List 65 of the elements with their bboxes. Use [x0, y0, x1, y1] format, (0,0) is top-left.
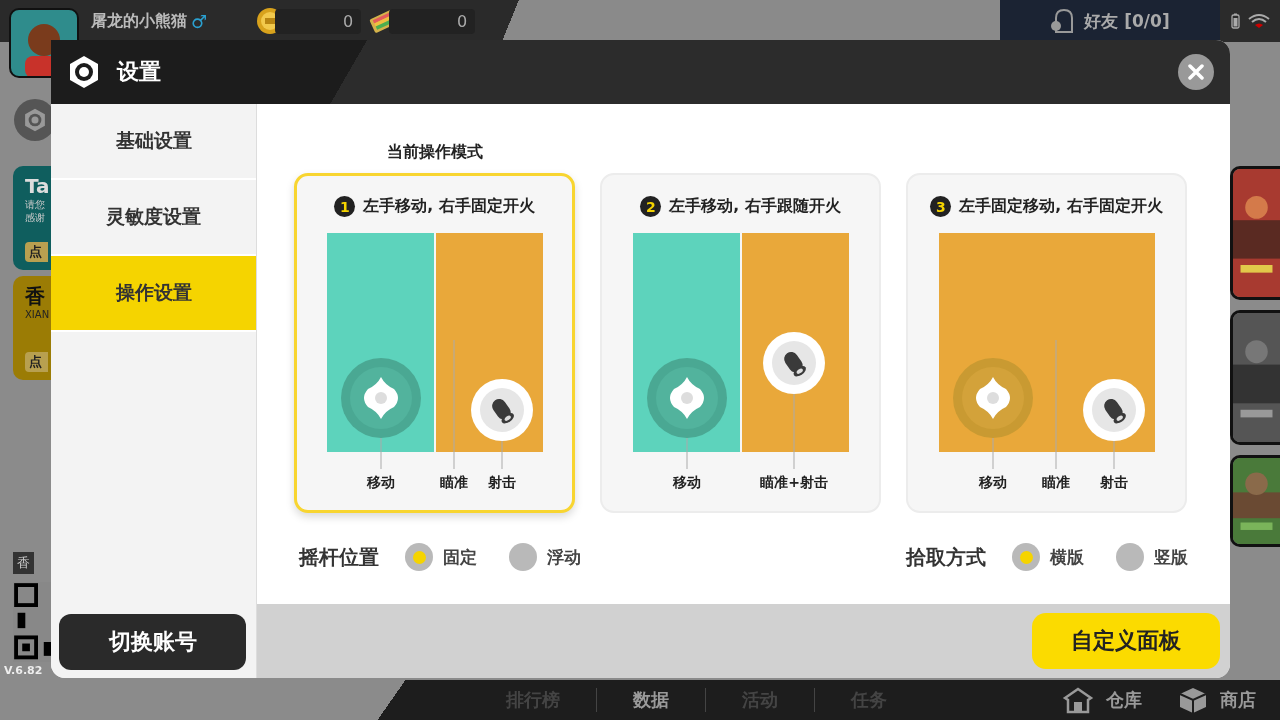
mode-number: 2: [640, 196, 662, 217]
option-label: 拾取方式: [906, 543, 986, 571]
fire-button-icon: [762, 332, 825, 394]
control-label: 射击: [487, 474, 516, 490]
currency-amount: 0: [389, 8, 476, 34]
control-label: 移动: [978, 474, 1007, 490]
control-label: 瞄准+射击: [759, 474, 828, 490]
version-text: V.6.82: [4, 664, 43, 677]
dialog-title: 设置: [117, 58, 161, 86]
promo-title: Ta: [25, 174, 51, 198]
fire-button-icon: [1082, 379, 1145, 441]
mode-title: 左手移动, 右手固定开火: [363, 196, 535, 217]
radio-option[interactable]: 固定: [405, 543, 477, 571]
wifi-icon: [1247, 13, 1270, 29]
radio-option[interactable]: 浮动: [509, 543, 581, 571]
custom-panel-button[interactable]: 自定义面板: [1032, 613, 1220, 669]
radio-option[interactable]: 竖版: [1116, 543, 1188, 571]
fire-button-icon: [470, 379, 533, 441]
house-icon: [1062, 686, 1094, 714]
mode-title: 左手移动, 右手跟随开火: [669, 196, 841, 217]
switch-account-button[interactable]: 切换账号: [59, 614, 246, 670]
leader-line: [501, 440, 502, 470]
shop-button[interactable]: 商店: [1172, 685, 1262, 715]
player-name: 屠龙的小熊猫: [91, 10, 187, 32]
warehouse-button[interactable]: 仓库: [1056, 685, 1148, 715]
promo-text: 请您: [25, 198, 46, 211]
promo-link[interactable]: 点: [25, 352, 48, 372]
close-button[interactable]: [1178, 54, 1214, 90]
control-label: 移动: [672, 474, 701, 490]
mode-title: 左手固定移动, 右手固定开火: [959, 196, 1163, 217]
control-label: 瞄准: [1041, 474, 1070, 490]
leader-line: [686, 437, 687, 470]
mode-number: 1: [334, 196, 356, 217]
control-label: 射击: [1099, 474, 1128, 490]
control-label: 移动: [366, 474, 395, 490]
settings-icon: [23, 108, 47, 132]
menu-tab[interactable]: 操作设置: [51, 256, 256, 332]
settings-icon: [67, 55, 101, 89]
mode-card[interactable]: 1 左手移动, 右手固定开火 移动 瞄准 射击: [294, 173, 575, 513]
promo-text: 感谢: [25, 211, 46, 224]
mode-card[interactable]: 3 左手固定移动, 右手固定开火 移动 瞄准 射击: [906, 173, 1187, 513]
gender-symbol: ♂: [191, 10, 208, 32]
qr-label: 香: [13, 552, 34, 574]
promo-link[interactable]: 点: [25, 242, 48, 262]
leader-line: [1113, 440, 1114, 470]
promo-title: 香: [25, 284, 46, 308]
currency-amount: 0: [275, 8, 362, 34]
leader-line: [380, 437, 381, 470]
joystick-icon: [340, 358, 421, 438]
current-mode-heading: 当前操作模式: [386, 142, 483, 163]
control-label: 瞄准: [439, 474, 468, 490]
mode-card[interactable]: 2 左手移动, 右手跟随开火 移动 瞄准+射击: [600, 173, 881, 513]
ghost-icon: [1050, 8, 1075, 34]
leader-line: [992, 437, 993, 470]
radio-option[interactable]: 横版: [1012, 543, 1084, 571]
option-label: 摇杆位置: [299, 543, 379, 571]
close-icon: [1188, 64, 1204, 80]
friends-button[interactable]: 好友 [0/0]: [1000, 0, 1220, 42]
promo-text: XIAN: [25, 308, 51, 321]
joystick-icon: [646, 358, 727, 438]
joystick-icon: [952, 358, 1033, 438]
battery-icon: [1230, 13, 1240, 29]
box-icon: [1178, 686, 1208, 714]
mode-number: 3: [930, 196, 952, 217]
nav-tab[interactable]: 数据: [596, 688, 705, 712]
